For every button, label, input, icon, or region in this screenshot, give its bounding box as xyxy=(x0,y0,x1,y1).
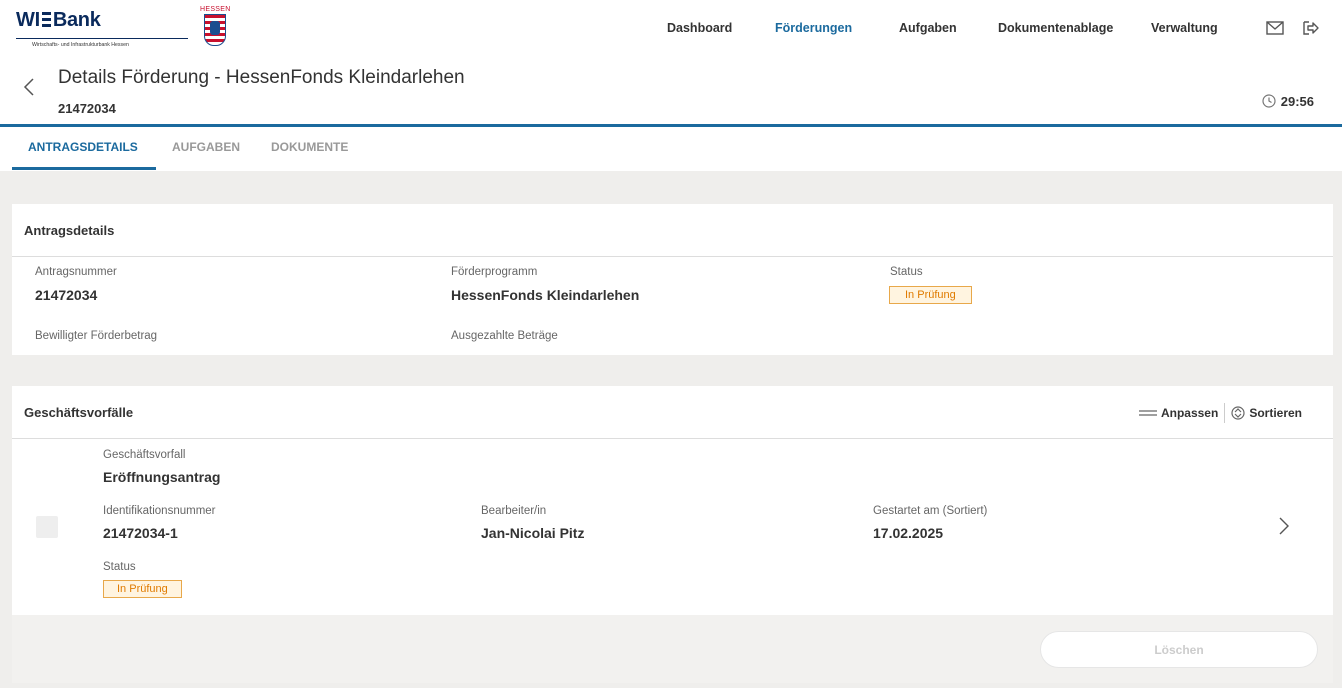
antragsdetails-header: Antragsdetails xyxy=(12,204,1333,257)
foerderprogramm-value: HessenFonds Kleindarlehen xyxy=(451,287,640,303)
identifikationsnummer-value: 21472034-1 xyxy=(103,525,178,541)
nav-aufgaben[interactable]: Aufgaben xyxy=(899,21,957,35)
bearbeiter-value: Jan-Nicolai Pitz xyxy=(481,525,585,541)
nav-dashboard[interactable]: Dashboard xyxy=(667,21,732,35)
foerderprogramm-label: Förderprogramm xyxy=(451,266,538,278)
row-select-checkbox[interactable] xyxy=(36,516,58,538)
antragsdetails-heading: Antragsdetails xyxy=(24,223,115,238)
crest-label: HESSEN xyxy=(200,6,231,13)
top-bar: WI Bank Wirtschafts- und Infrastrukturban… xyxy=(0,0,1342,56)
gestartet-label: Gestartet am (Sortiert) xyxy=(873,505,988,517)
list-actions: Anpassen Sortieren xyxy=(1138,403,1302,423)
page-id: 21472034 xyxy=(58,101,116,116)
logout-icon[interactable] xyxy=(1302,20,1320,36)
anpassen-label: Anpassen xyxy=(1160,406,1219,421)
bewilligt-label: Bewilligter Förderbetrag xyxy=(35,330,158,342)
vorfall-value: Eröffnungsantrag xyxy=(103,469,221,485)
sortieren-button[interactable]: Sortieren xyxy=(1231,404,1302,422)
tab-bar: ANTRAGSDETAILS AUFGABEN DOKUMENTE xyxy=(0,127,1342,171)
row-status-badge: In Prüfung xyxy=(103,580,182,598)
geschaeftsvorfaelle-header: Geschäftsvorfälle Anpassen Sortieren xyxy=(12,386,1333,439)
page-title: Details Förderung - HessenFonds Kleindar… xyxy=(58,67,465,88)
sort-icon xyxy=(1231,406,1245,420)
title-bar: Details Förderung - HessenFonds Kleindar… xyxy=(0,56,1342,124)
logo-subtitle: Wirtschafts- und Infrastrukturbank Hesse… xyxy=(32,42,129,48)
gestartet-value: 17.02.2025 xyxy=(873,525,944,541)
bearbeiter-label: Bearbeiter/in xyxy=(481,505,547,517)
status-label: Status xyxy=(890,266,923,278)
ausgezahlt-label: Ausgezahlte Beträge xyxy=(451,330,558,342)
card-footer: Löschen xyxy=(12,615,1333,683)
row-status-label: Status xyxy=(103,561,136,573)
back-chevron-icon[interactable] xyxy=(22,77,36,97)
anpassen-button[interactable]: Anpassen xyxy=(1138,406,1219,421)
adjust-lines-icon xyxy=(1138,410,1157,417)
logo-divider xyxy=(16,38,188,39)
main-nav: Dashboard Förderungen Aufgaben Dokumente… xyxy=(0,21,1342,37)
tab-antragsdetails[interactable]: ANTRAGSDETAILS xyxy=(28,140,138,154)
mail-icon[interactable] xyxy=(1266,20,1284,36)
nav-foerderungen[interactable]: Förderungen xyxy=(775,21,852,35)
session-timer: 29:56 xyxy=(1262,94,1314,109)
antragsdetails-card: Antragsdetails Antragsnummer 21472034 Fö… xyxy=(12,204,1333,355)
antragsnummer-label: Antragsnummer xyxy=(35,266,117,278)
clock-icon xyxy=(1262,94,1276,108)
timer-value: 29:56 xyxy=(1280,94,1314,109)
sortieren-label: Sortieren xyxy=(1249,406,1302,420)
tab-aufgaben[interactable]: AUFGABEN xyxy=(172,140,240,154)
vorfall-label: Geschäftsvorfall xyxy=(103,449,186,461)
antragsnummer-value: 21472034 xyxy=(35,287,98,303)
tab-dokumente[interactable]: DOKUMENTE xyxy=(271,140,348,154)
nav-verwaltung[interactable]: Verwaltung xyxy=(1151,21,1218,35)
geschaeftsvorfaelle-heading: Geschäftsvorfälle xyxy=(24,405,134,420)
actions-separator xyxy=(1224,403,1226,423)
delete-button[interactable]: Löschen xyxy=(1040,631,1318,668)
status-badge: In Prüfung xyxy=(889,286,972,304)
nav-dokumentenablage[interactable]: Dokumentenablage xyxy=(998,21,1113,35)
row-open-chevron-icon[interactable] xyxy=(1278,516,1290,536)
active-tab-indicator xyxy=(12,167,156,170)
identifikationsnummer-label: Identifikationsnummer xyxy=(103,505,216,517)
geschaeftsvorfaelle-card: Geschäftsvorfälle Anpassen Sortieren Ges… xyxy=(12,386,1333,615)
